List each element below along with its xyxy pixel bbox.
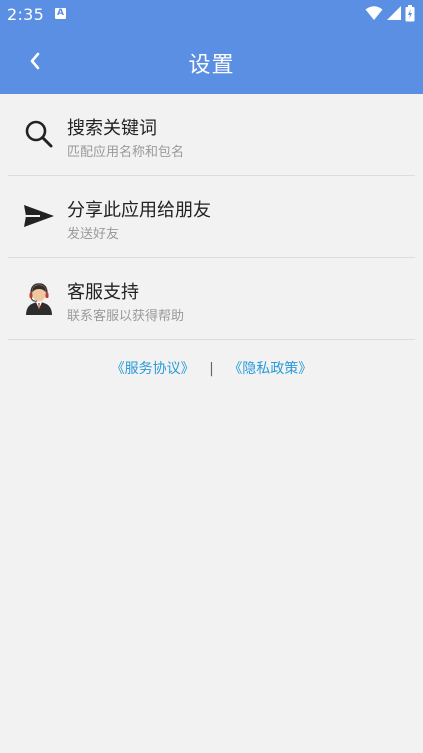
search-icon (25, 120, 53, 148)
settings-list: 搜索关键词 匹配应用名称和包名 分享此应用给朋友 发送好友 客服支持 联系客服以… (0, 94, 423, 378)
privacy-policy-link[interactable]: 《隐私政策》 (228, 361, 312, 377)
menu-item-share-app[interactable]: 分享此应用给朋友 发送好友 (0, 176, 423, 257)
battery-icon (405, 5, 415, 22)
send-icon (24, 205, 54, 227)
signal-icon (387, 6, 401, 20)
customer-service-avatar-icon (26, 283, 52, 315)
menu-item-title: 分享此应用给朋友 (67, 200, 211, 221)
status-icons (362, 5, 415, 23)
service-agreement-link[interactable]: 《服务协议》 (111, 361, 195, 377)
menu-item-title: 搜索关键词 (67, 118, 157, 139)
menu-item-subtitle: 联系客服以获得帮助 (67, 309, 185, 324)
menu-item-title: 客服支持 (67, 282, 139, 303)
wifi-icon (365, 6, 383, 20)
page-title: 设置 (188, 53, 235, 78)
legal-links: 《服务协议》 | 《隐私政策》 (0, 358, 423, 378)
notification-icon: A (55, 8, 66, 19)
app-bar: 设置 (0, 28, 423, 94)
status-bar: 2:35 A (0, 0, 423, 28)
link-separator: | (209, 361, 214, 377)
status-time: 2:35 (7, 5, 45, 24)
divider (8, 339, 415, 340)
menu-item-subtitle: 匹配应用名称和包名 (67, 145, 185, 160)
menu-item-subtitle: 发送好友 (67, 227, 120, 242)
menu-item-customer-support[interactable]: 客服支持 联系客服以获得帮助 (0, 258, 423, 339)
menu-item-search-keywords[interactable]: 搜索关键词 匹配应用名称和包名 (0, 94, 423, 175)
